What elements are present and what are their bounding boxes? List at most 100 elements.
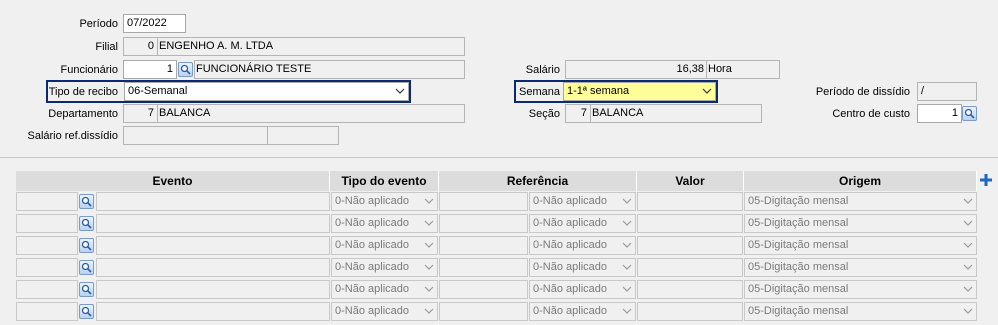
tipo-evento-value: 0-Não aplicado xyxy=(335,217,409,229)
valor-cell[interactable] xyxy=(637,236,743,255)
referencia-select[interactable]: 0-Não aplicado xyxy=(529,302,636,321)
evento-code-cell[interactable] xyxy=(16,236,78,255)
evento-search-icon[interactable] xyxy=(79,238,94,253)
semana-select[interactable]: 1-1ª semana xyxy=(563,82,716,101)
tipo-evento-value: 0-Não aplicado xyxy=(335,261,409,273)
evento-search-icon[interactable] xyxy=(79,282,94,297)
chevron-down-icon xyxy=(622,264,632,270)
origem-select[interactable]: 05-Digitação mensal xyxy=(744,192,977,211)
header-referencia[interactable]: Referência xyxy=(439,171,637,191)
funcionario-search-icon[interactable] xyxy=(178,62,193,77)
tipo-evento-select[interactable]: 0-Não aplicado xyxy=(331,236,438,255)
chevron-down-icon xyxy=(622,198,632,204)
origem-value: 05-Digitação mensal xyxy=(748,239,849,251)
filial-name: ENGENHO A. M. LTDA xyxy=(157,37,465,56)
add-row-icon[interactable] xyxy=(979,173,993,187)
valor-cell[interactable] xyxy=(637,214,743,233)
salario-ref-label: Salário ref.dissídio xyxy=(27,130,119,142)
salario-label: Salário xyxy=(525,64,560,76)
referencia-select[interactable]: 0-Não aplicado xyxy=(529,214,636,233)
evento-code-cell[interactable] xyxy=(16,214,78,233)
referencia-select[interactable]: 0-Não aplicado xyxy=(529,192,636,211)
evento-name-cell xyxy=(96,302,330,321)
referencia-select[interactable]: 0-Não aplicado xyxy=(529,280,636,299)
evento-code-cell[interactable] xyxy=(16,280,78,299)
salario-ref-field-1 xyxy=(123,126,268,145)
chevron-down-icon xyxy=(963,264,973,270)
tipo-evento-value: 0-Não aplicado xyxy=(335,195,409,207)
referencia-select[interactable]: 0-Não aplicado xyxy=(529,258,636,277)
departamento-name: BALANCA xyxy=(157,104,465,123)
valor-cell[interactable] xyxy=(637,192,743,211)
referencia-value-cell[interactable] xyxy=(439,302,528,321)
chevron-down-icon xyxy=(424,198,434,204)
origem-value: 05-Digitação mensal xyxy=(748,283,849,295)
origem-select[interactable]: 05-Digitação mensal xyxy=(744,214,977,233)
funcionario-label: Funcionário xyxy=(60,64,118,76)
referencia-value-cell[interactable] xyxy=(439,258,528,277)
evento-search-icon[interactable] xyxy=(79,260,94,275)
header-origem[interactable]: Origem xyxy=(744,171,977,191)
origem-select[interactable]: 05-Digitação mensal xyxy=(744,302,977,321)
grid-scrollbar[interactable] xyxy=(980,190,998,325)
origem-select[interactable]: 05-Digitação mensal xyxy=(744,258,977,277)
evento-name-cell xyxy=(96,258,330,277)
referencia-value-cell[interactable] xyxy=(439,280,528,299)
evento-code-cell[interactable] xyxy=(16,192,78,211)
header-tipo-evento[interactable]: Tipo do evento xyxy=(330,171,439,191)
evento-code-cell[interactable] xyxy=(16,302,78,321)
departamento-label: Departamento xyxy=(48,108,118,120)
referencia-value-cell[interactable] xyxy=(439,192,528,211)
filial-label: Filial xyxy=(95,41,118,53)
tipo-evento-value: 0-Não aplicado xyxy=(335,283,409,295)
chevron-down-icon xyxy=(622,286,632,292)
tipo-evento-select[interactable]: 0-Não aplicado xyxy=(331,192,438,211)
referencia-value: 0-Não aplicado xyxy=(533,239,607,251)
funcionario-code-input[interactable]: 1 xyxy=(123,60,177,79)
centro-custo-search-icon[interactable] xyxy=(962,106,977,121)
evento-search-icon[interactable] xyxy=(79,304,94,319)
evento-search-icon[interactable] xyxy=(79,194,94,209)
tipo-evento-select[interactable]: 0-Não aplicado xyxy=(331,302,438,321)
tipo-evento-select[interactable]: 0-Não aplicado xyxy=(331,280,438,299)
tipo-recibo-value: 06-Semanal xyxy=(128,85,188,97)
referencia-value: 0-Não aplicado xyxy=(533,261,607,273)
origem-select[interactable]: 05-Digitação mensal xyxy=(744,236,977,255)
header-valor[interactable]: Valor xyxy=(637,171,744,191)
referencia-value: 0-Não aplicado xyxy=(533,283,607,295)
referencia-value-cell[interactable] xyxy=(439,236,528,255)
chevron-down-icon xyxy=(424,308,434,314)
valor-cell[interactable] xyxy=(637,302,743,321)
funcionario-name: FUNCIONÁRIO TESTE xyxy=(194,60,465,79)
chevron-down-icon xyxy=(702,88,712,94)
evento-code-cell[interactable] xyxy=(16,258,78,277)
evento-search-icon[interactable] xyxy=(79,216,94,231)
referencia-value-cell[interactable] xyxy=(439,214,528,233)
chevron-down-icon xyxy=(622,242,632,248)
chevron-down-icon xyxy=(963,220,973,226)
evento-name-cell xyxy=(96,236,330,255)
chevron-down-icon xyxy=(963,286,973,292)
periodo-input[interactable]: 07/2022 xyxy=(123,14,186,33)
salario-unit: Hora xyxy=(706,60,780,79)
chevron-down-icon xyxy=(622,308,632,314)
tipo-evento-select[interactable]: 0-Não aplicado xyxy=(331,214,438,233)
referencia-value: 0-Não aplicado xyxy=(533,305,607,317)
referencia-select[interactable]: 0-Não aplicado xyxy=(529,236,636,255)
salario-ref-field-2 xyxy=(267,126,339,145)
header-evento[interactable]: Evento xyxy=(16,171,330,191)
origem-select[interactable]: 05-Digitação mensal xyxy=(744,280,977,299)
evento-name-cell xyxy=(96,280,330,299)
semana-value: 1-1ª semana xyxy=(567,85,630,97)
valor-cell[interactable] xyxy=(637,258,743,277)
valor-cell[interactable] xyxy=(637,280,743,299)
tipo-evento-select[interactable]: 0-Não aplicado xyxy=(331,258,438,277)
centro-custo-input[interactable]: 1 xyxy=(917,104,962,123)
evento-name-cell xyxy=(96,192,330,211)
periodo-label: Período xyxy=(79,18,118,30)
chevron-down-icon xyxy=(963,308,973,314)
origem-value: 05-Digitação mensal xyxy=(748,195,849,207)
tipo-recibo-select[interactable]: 06-Semanal xyxy=(124,82,409,101)
semana-label: Semana xyxy=(519,86,560,98)
periodo-dissidio-field: / xyxy=(917,82,977,101)
